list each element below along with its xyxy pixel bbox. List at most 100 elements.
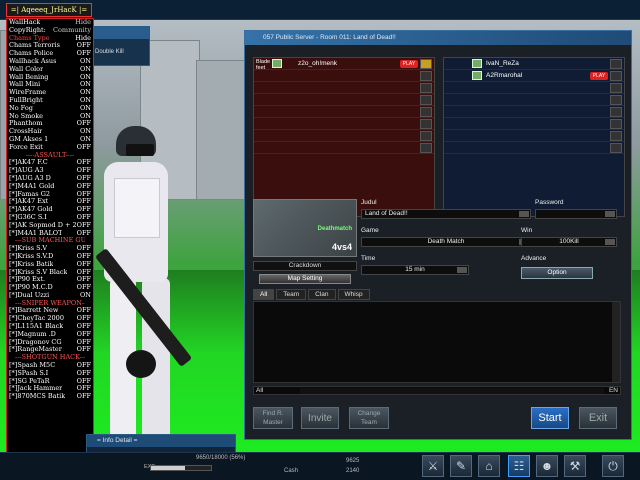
exit-button[interactable]: Exit (579, 407, 617, 429)
chevron-down-icon[interactable] (519, 211, 529, 217)
player-slot[interactable] (444, 130, 624, 142)
hack-item-name: Wallhack Asus (9, 57, 57, 65)
hack-item-name: [*]Kriss S.V Black (9, 268, 68, 276)
slot-button[interactable] (610, 58, 622, 69)
chevron-down-icon[interactable] (605, 239, 615, 245)
slot-button[interactable] (420, 58, 432, 69)
room-title: 057 Public Server - Room 011: Land of De… (245, 31, 631, 45)
slot-button[interactable] (610, 130, 622, 141)
map-select[interactable]: Crackdown (253, 261, 357, 271)
cash-value: 2140 (346, 468, 360, 474)
slot-button[interactable] (420, 106, 432, 117)
mission-icon[interactable]: ✎ (450, 455, 472, 477)
chat-target-select[interactable]: All (256, 387, 263, 394)
option-button[interactable]: Option (521, 267, 593, 279)
invite-button[interactable]: Invite (301, 407, 339, 429)
hack-item-value: OFF (76, 345, 91, 354)
hack-menu-item[interactable]: Force Exit OFF (7, 143, 93, 152)
slot-button[interactable] (610, 94, 622, 105)
hack-item-name: [*]Dragonov CG (9, 338, 62, 346)
player-slot[interactable] (254, 82, 434, 94)
settings-icon[interactable]: ⚒ (564, 455, 586, 477)
hack-item-value: OFF (76, 228, 91, 237)
blue-team-list: IvaN_ReZa A2Rmarohal PLAY (443, 57, 625, 217)
time-select[interactable]: 15 min (361, 265, 469, 275)
notice-panel: Double Kill (92, 26, 150, 66)
hack-item-name: [*]SPash S.I (9, 369, 49, 377)
hack-item-name: [*]Kriss S.V.D (9, 252, 54, 260)
slot-button[interactable] (420, 70, 432, 81)
hack-item-name: [*]Dual Uzzi (9, 291, 50, 299)
rank-icon (472, 59, 482, 68)
slot-button[interactable] (420, 118, 432, 129)
game-mode-value: Death Match (427, 238, 465, 245)
room-window: 057 Public Server - Room 011: Land of De… (244, 30, 632, 440)
hack-item-name: Chams Type (9, 34, 50, 42)
hack-menu-item[interactable]: [*]Dual Uzzi ON (7, 290, 93, 300)
hack-item-name: [*]AK47 F.C (9, 159, 48, 167)
slot-button[interactable] (420, 94, 432, 105)
slot-button[interactable] (610, 118, 622, 129)
hack-item-value: ON (79, 290, 91, 299)
start-button[interactable]: Start (531, 407, 569, 429)
slot-button[interactable] (420, 130, 432, 141)
player-slot[interactable] (254, 130, 434, 142)
player-slot[interactable] (444, 142, 624, 154)
judul-value: Land of Dead!! (365, 210, 408, 217)
player-slot[interactable] (254, 118, 434, 130)
cart-icon[interactable]: ☷ (508, 455, 530, 477)
hack-item-name: CrossHair (9, 128, 43, 136)
chat-tab-team[interactable]: Team (276, 289, 307, 300)
player-slot[interactable] (444, 118, 624, 130)
chevron-down-icon[interactable] (605, 211, 615, 217)
mode-label: Deathmatch (317, 226, 352, 232)
hack-item-name: Wall Bening (9, 73, 49, 81)
hack-item-name: [*]Famas G2 (9, 190, 51, 198)
player-slot[interactable]: Blade feet z2o_oh!menk PLAY (254, 58, 434, 71)
chat-input[interactable] (300, 388, 604, 394)
player-slot[interactable] (444, 94, 624, 106)
player-slot[interactable] (444, 82, 624, 94)
slot-button[interactable] (610, 82, 622, 93)
inventory-icon[interactable]: ⚔ (422, 455, 444, 477)
hack-item-name: [*]SG PeTaR (9, 377, 50, 385)
win-select[interactable]: 100Kill (521, 237, 617, 247)
player-slot[interactable]: IvaN_ReZa (444, 58, 624, 70)
player-slot[interactable] (254, 142, 434, 154)
password-field[interactable] (535, 209, 617, 219)
chat-tab-whisp[interactable]: Whisp (337, 289, 370, 300)
change-team-button[interactable]: Change Team (349, 407, 389, 429)
soldier-character (88, 118, 238, 478)
chat-scrollbar[interactable] (612, 302, 620, 382)
player-slot[interactable]: A2Rmarohal PLAY (444, 70, 624, 82)
rifle-drum-magazine (126, 350, 156, 378)
slot-button[interactable] (610, 70, 622, 81)
shop-icon[interactable]: ⌂ (478, 455, 500, 477)
slot-button[interactable] (610, 142, 622, 153)
hack-menu-item[interactable]: [*]RangeMaster OFF (7, 346, 93, 354)
game-mode-select[interactable]: Death Match (361, 237, 531, 247)
player-slot[interactable] (254, 94, 434, 106)
rank-icon (472, 71, 482, 80)
chat-tab-clan[interactable]: Clan (308, 289, 336, 300)
hack-item-name: ---SUB MACHINE GUN--- (15, 237, 85, 245)
hack-item-name: Phanthom (9, 120, 43, 128)
hack-item-name: [*]AUG A3 D (9, 174, 51, 182)
power-icon[interactable]: ⏻ (602, 455, 624, 477)
slot-button[interactable] (420, 82, 432, 93)
hack-item-name: [*]P90 Ext. (9, 276, 46, 284)
chat-language[interactable]: EN (609, 387, 618, 394)
player-slot[interactable] (254, 70, 434, 82)
community-icon[interactable]: ☻ (536, 455, 558, 477)
slot-button[interactable] (610, 106, 622, 117)
hack-menu-item[interactable]: [*]M4A1 BALOT OFF (7, 228, 93, 238)
find-master-button[interactable]: Find R. Master (253, 407, 293, 429)
player-slot[interactable] (444, 106, 624, 118)
player-slot[interactable] (254, 106, 434, 118)
slot-button[interactable] (420, 142, 432, 153)
judul-field[interactable]: Land of Dead!! (361, 209, 531, 219)
chat-tab-all[interactable]: All (253, 289, 275, 300)
hack-menu-item[interactable]: [*]870MCS Batik OFF (7, 392, 93, 401)
chevron-down-icon[interactable] (457, 267, 467, 273)
map-setting-button[interactable]: Map Setting (259, 274, 351, 284)
